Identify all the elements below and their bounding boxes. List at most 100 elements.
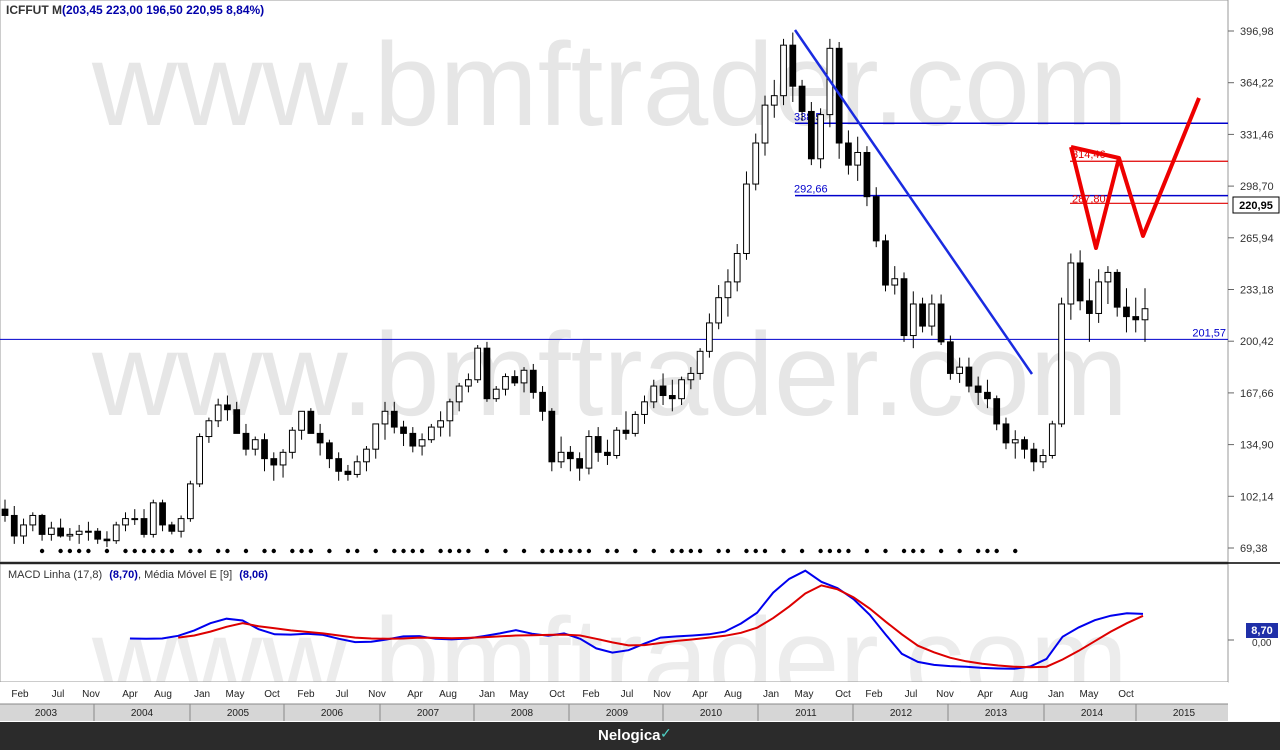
candle-body [668, 395, 676, 400]
candle-body [1048, 423, 1056, 456]
signal-dot [419, 548, 425, 554]
candle-body [733, 252, 741, 283]
candle-body [798, 85, 806, 112]
signal-line-value: (8,06) [239, 569, 268, 581]
signal-dot [299, 548, 304, 554]
signal-dot [160, 548, 165, 554]
signal-dot [447, 548, 453, 554]
candle-body [29, 514, 37, 526]
candle-body [307, 410, 315, 434]
candle-body [1132, 316, 1140, 321]
signal-dot [938, 548, 944, 554]
year-label: 2010 [700, 708, 723, 719]
signal-dot [410, 548, 416, 554]
signal-dot [373, 548, 378, 554]
signal-dot [753, 548, 758, 554]
signal-dot [920, 548, 925, 554]
candle-body [1095, 281, 1103, 314]
candle-body [752, 142, 760, 185]
candle-body [891, 278, 899, 286]
candle-body [418, 439, 426, 447]
candle-body [20, 524, 27, 537]
y-tick-label: 200,42 [1240, 336, 1274, 348]
candle-body [261, 439, 268, 460]
signal-dot [911, 548, 916, 554]
signal-dot [994, 548, 999, 554]
signal-dot [744, 548, 749, 554]
year-label: 2006 [321, 708, 344, 719]
candle-body [919, 303, 926, 327]
signal-dot [151, 548, 156, 554]
candle-body [817, 114, 824, 160]
signal-dot [104, 548, 110, 554]
signal-dot [799, 548, 805, 554]
signal-dot [716, 548, 721, 554]
y-tick-label: 265,94 [1240, 233, 1274, 245]
candle-body [650, 385, 658, 403]
candle-body [1002, 423, 1010, 444]
candle-body [696, 350, 704, 374]
signal-dot [58, 548, 63, 554]
signal-dot [549, 548, 555, 554]
candle-body [993, 398, 1001, 425]
month-label: May [1080, 689, 1099, 700]
candle-body [122, 518, 129, 526]
candle-body [659, 385, 667, 397]
month-label: Apr [977, 689, 993, 700]
candle-body [57, 527, 64, 537]
chart-canvas[interactable]: www.bmftrader.com www.bmftrader.com www.… [0, 0, 1280, 726]
watermark-top: www.bmftrader.com [91, 19, 1128, 151]
signal-dot [901, 548, 907, 554]
signal-dot [262, 548, 267, 554]
level-label: 201,57 [1192, 327, 1226, 339]
signal-dot [688, 548, 694, 554]
candle-body [900, 278, 908, 337]
signal-dot [271, 548, 276, 554]
dot-markers [39, 548, 1018, 554]
candle-body [112, 524, 120, 542]
candle-body [427, 426, 435, 441]
signal-dot [586, 548, 592, 554]
candle-body [1123, 306, 1130, 318]
signal-dot [456, 548, 462, 554]
month-label: Jan [479, 689, 495, 700]
y-tick-label: 167,66 [1240, 388, 1274, 400]
candle-body [984, 391, 991, 400]
y-tick-label: 396,98 [1240, 26, 1274, 38]
candle-body [465, 379, 472, 387]
signal-dot [827, 548, 833, 554]
candle-body [965, 366, 973, 387]
month-label: Jul [336, 689, 349, 700]
candle-body [613, 429, 621, 456]
candle-body [743, 183, 750, 254]
brand-leaf-icon: ✓ [660, 725, 672, 741]
signal-dot [568, 548, 573, 554]
candle-body [909, 303, 917, 337]
candle-body [715, 297, 723, 324]
candle-body [1021, 439, 1028, 450]
signal-dot [67, 548, 73, 554]
signal-dot [521, 548, 527, 554]
signal-dot [679, 548, 684, 554]
candle-body [242, 432, 250, 450]
candle-body [390, 410, 398, 428]
candle-body [1141, 308, 1149, 321]
month-label: Nov [368, 689, 386, 700]
signal-dot [401, 548, 406, 554]
month-label: May [510, 689, 529, 700]
candle-body [47, 527, 55, 535]
candle-body [863, 151, 871, 198]
candle-body [288, 429, 296, 453]
month-label: Oct [1118, 689, 1134, 700]
signal-dot [558, 548, 564, 554]
month-label: Apr [407, 689, 423, 700]
candle-body [1030, 448, 1038, 463]
candle-body [882, 240, 889, 286]
candle-body [492, 388, 500, 400]
candle-body [1067, 262, 1075, 305]
signal-dot [123, 548, 128, 554]
year-label: 2008 [511, 708, 534, 719]
year-label: 2005 [227, 708, 250, 719]
signal-dot [985, 548, 990, 554]
candle-body [789, 44, 797, 87]
